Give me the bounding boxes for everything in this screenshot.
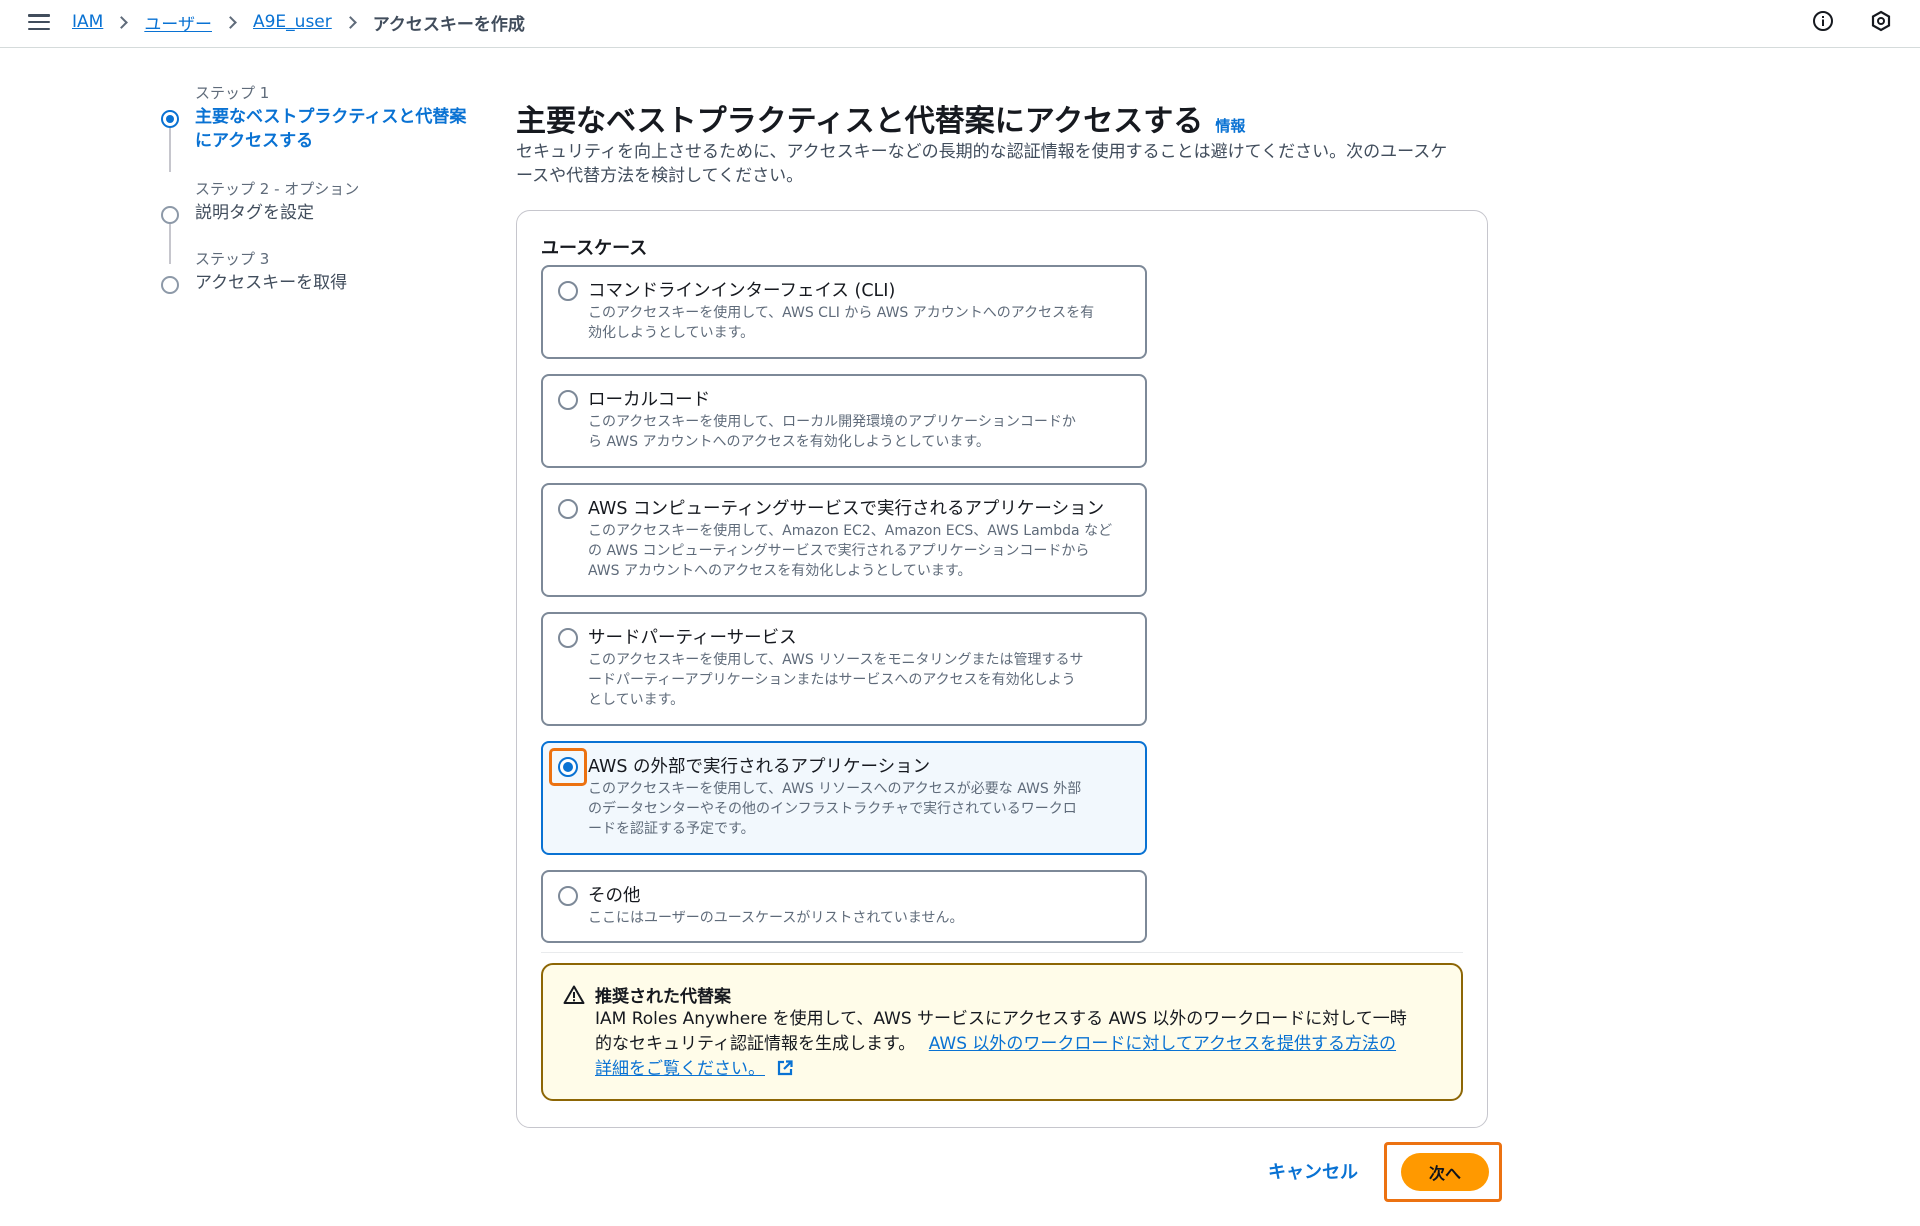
page-description-line2: ースや代替方法を検討してください。	[516, 166, 804, 186]
option-title: AWS の外部で実行されるアプリケーション	[588, 757, 931, 777]
step-2: ステップ 2 - オプション 説明タグを設定	[160, 178, 359, 225]
option-description-line: ードを認証する予定です。	[588, 821, 755, 837]
use-case-option-outside-aws[interactable]: AWS の外部で実行されるアプリケーション このアクセスキーを使用して、AWS …	[541, 741, 1147, 855]
option-title: コマンドラインインターフェイス (CLI)	[588, 281, 896, 301]
settings-hexagon-icon[interactable]	[1870, 10, 1892, 32]
alert-body: IAM Roles Anywhere を使用して、AWS サービスにアクセスする…	[595, 1007, 1435, 1082]
recommended-alternative-alert: 推奨された代替案 IAM Roles Anywhere を使用して、AWS サー…	[541, 963, 1463, 1101]
chevron-right-icon	[343, 15, 357, 29]
step-1[interactable]: ステップ 1 主要なベストプラクティスと代替案 にアクセスする	[160, 82, 466, 153]
step-2-title: ステップ 2 - オプション	[195, 180, 360, 198]
step-active-indicator-icon	[161, 110, 179, 128]
option-title: AWS コンピューティングサービスで実行されるアプリケーション	[588, 499, 1105, 519]
radio-button-selected[interactable]	[558, 757, 578, 777]
next-button[interactable]: 次へ	[1401, 1153, 1489, 1191]
option-description-line: ードパーティーアプリケーションまたはサービスへのアクセスを有効化しよう	[588, 672, 1076, 688]
cancel-button[interactable]: キャンセル	[1268, 1156, 1358, 1186]
radio-button[interactable]	[558, 886, 578, 906]
step-3-label: アクセスキーを取得	[195, 273, 348, 293]
step-1-title: ステップ 1	[195, 84, 270, 102]
alert-title: 推奨された代替案	[595, 987, 731, 1007]
page-title-text: 主要なベストプラクティスと代替案にアクセスする	[516, 104, 1204, 139]
step-3-title: ステップ 3	[195, 250, 270, 268]
step-1-label[interactable]: 主要なベストプラクティスと代替案	[195, 105, 466, 129]
step-2-label: 説明タグを設定	[195, 203, 314, 223]
option-description-line: このアクセスキーを使用して、AWS リソースをモニタリングまたは管理するサ	[588, 652, 1084, 668]
use-case-option-other[interactable]: その他 ここにはユーザーのユースケースがリストされていません。	[541, 870, 1147, 943]
breadcrumb-current: アクセスキーを作成	[372, 14, 525, 35]
breadcrumb-iam[interactable]: IAM	[72, 12, 103, 32]
chevron-right-icon	[224, 15, 237, 29]
menu-icon[interactable]	[28, 12, 50, 32]
alert-body-line1: IAM Roles Anywhere を使用して、AWS サービスにアクセスする…	[595, 1009, 1407, 1029]
option-description-line: 効化しようとしています。	[588, 325, 755, 341]
option-description-line: としています。	[588, 692, 685, 708]
option-description: このアクセスキーを使用して、Amazon EC2、Amazon ECS、AWS …	[588, 521, 1133, 581]
breadcrumb: IAM ユーザー A9E_user アクセスキーを作成	[72, 8, 525, 36]
option-description: このアクセスキーを使用して、AWS CLI から AWS アカウントへのアクセス…	[588, 303, 1133, 343]
option-description: ここにはユーザーのユースケースがリストされていません。	[588, 908, 1133, 928]
option-description-line: このアクセスキーを使用して、ローカル開発環境のアプリケーションコードか	[588, 414, 1076, 430]
option-description-line: AWS アカウントへのアクセスを有効化しようとしています。	[588, 563, 972, 579]
use-case-option-aws-compute[interactable]: AWS コンピューティングサービスで実行されるアプリケーション このアクセスキー…	[541, 483, 1147, 597]
alert-learn-more-link-continued[interactable]: 詳細をご覧ください。	[595, 1059, 765, 1079]
option-description: このアクセスキーを使用して、AWS リソースをモニタリングまたは管理するサ ード…	[588, 650, 1133, 710]
info-icon[interactable]	[1812, 10, 1834, 32]
option-description: このアクセスキーを使用して、ローカル開発環境のアプリケーションコードか ら AW…	[588, 412, 1133, 452]
alert-body-line3: 詳細をご覧ください。	[595, 1057, 1435, 1082]
breadcrumb-users[interactable]: ユーザー	[144, 10, 212, 35]
info-link[interactable]: 情報	[1215, 115, 1245, 136]
page-description-line1: セキュリティを向上させるために、アクセスキーなどの長期的な認証情報を使用すること…	[516, 142, 1448, 162]
radio-button[interactable]	[558, 281, 578, 301]
option-title: サードパーティーサービス	[588, 628, 797, 648]
use-case-option-local-code[interactable]: ローカルコード このアクセスキーを使用して、ローカル開発環境のアプリケーションコ…	[541, 374, 1147, 468]
alert-body-text: 的なセキュリティ認証情報を生成します。	[595, 1034, 916, 1054]
option-title: その他	[588, 886, 641, 906]
step-inactive-indicator-icon	[161, 276, 179, 294]
use-case-option-third-party[interactable]: サードパーティーサービス このアクセスキーを使用して、AWS リソースをモニタリ…	[541, 612, 1147, 726]
option-description: このアクセスキーを使用して、AWS リソースへのアクセスが必要な AWS 外部 …	[588, 779, 1133, 839]
use-case-label: ユースケース	[541, 238, 648, 259]
option-description-line: このアクセスキーを使用して、AWS CLI から AWS アカウントへのアクセス…	[588, 305, 1095, 321]
breadcrumb-user[interactable]: A9E_user	[253, 12, 332, 32]
external-link-icon[interactable]	[776, 1059, 794, 1077]
option-description-line: ら AWS アカウントへのアクセスを有効化しようとしています。	[588, 434, 990, 450]
step-3: ステップ 3 アクセスキーを取得	[160, 248, 347, 295]
option-description-line: このアクセスキーを使用して、AWS リソースへのアクセスが必要な AWS 外部	[588, 781, 1082, 797]
warning-icon	[563, 985, 585, 1004]
step-inactive-indicator-icon	[161, 206, 179, 224]
step-1-label-line2[interactable]: にアクセスする	[195, 129, 466, 153]
top-navigation-bar: IAM ユーザー A9E_user アクセスキーを作成	[0, 0, 1920, 48]
page-description: セキュリティを向上させるために、アクセスキーなどの長期的な認証情報を使用すること…	[516, 140, 1486, 188]
radio-button[interactable]	[558, 628, 578, 648]
option-title: ローカルコード	[588, 390, 711, 410]
alert-body-line2: 的なセキュリティ認証情報を生成します。 AWS 以外のワークロードに対してアクセ…	[595, 1032, 1435, 1057]
option-description-line: のデータセンターやその他のインフラストラクチャで実行されているワークロ	[588, 801, 1077, 817]
radio-button[interactable]	[558, 390, 578, 410]
option-description-line: の AWS コンピューティングサービスで実行されるアプリケーションコードから	[588, 543, 1090, 559]
page-title: 主要なベストプラクティスと代替案にアクセスする 情報	[516, 96, 1245, 140]
use-case-option-cli[interactable]: コマンドラインインターフェイス (CLI) このアクセスキーを使用して、AWS …	[541, 265, 1147, 359]
chevron-right-icon	[115, 15, 129, 29]
option-description-line: ここにはユーザーのユースケースがリストされていません。	[588, 910, 964, 926]
option-description-line: このアクセスキーを使用して、Amazon EC2、Amazon ECS、AWS …	[588, 523, 1113, 539]
alert-learn-more-link[interactable]: AWS 以外のワークロードに対してアクセスを提供する方法の	[929, 1034, 1396, 1054]
radio-button[interactable]	[558, 499, 578, 519]
divider	[541, 952, 1463, 953]
